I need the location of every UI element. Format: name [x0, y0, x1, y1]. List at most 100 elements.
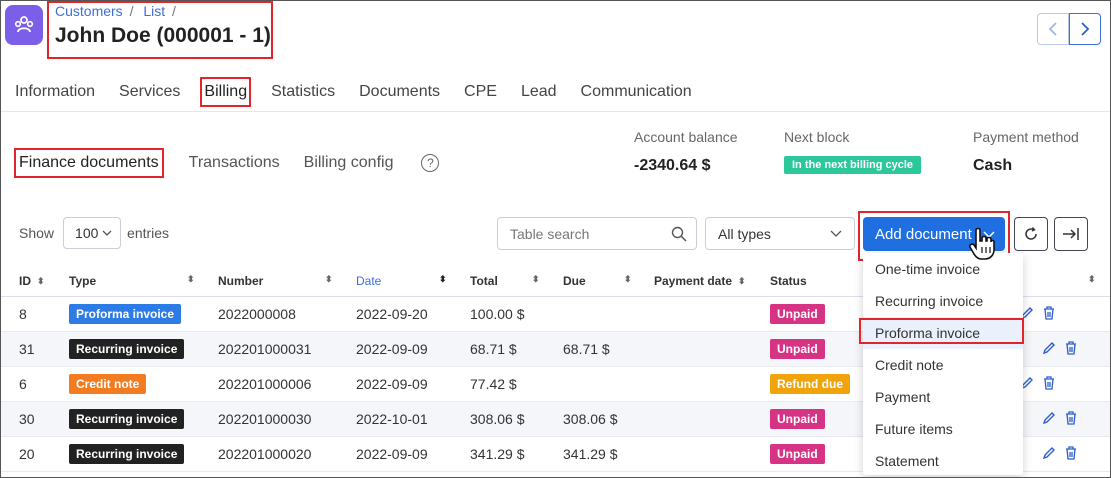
column-id[interactable]: ID ⬍ [19, 274, 45, 288]
document-type-value: All types [718, 225, 771, 242]
row-actions [1019, 305, 1057, 321]
hand-cursor-icon [969, 227, 995, 260]
payment-method-label: Payment method [973, 129, 1079, 145]
column-type[interactable]: Type [69, 274, 96, 288]
delete-icon[interactable] [1041, 305, 1057, 321]
sort-icon[interactable]: ⬍ [187, 274, 195, 285]
row-total: 100.00 $ [470, 306, 525, 322]
help-icon[interactable]: ? [421, 154, 440, 172]
chevron-down-icon [830, 230, 842, 237]
sort-icon: ⬍ [37, 276, 45, 286]
delete-icon[interactable] [1063, 340, 1079, 356]
breadcrumb: Customers / List / [55, 3, 182, 19]
breadcrumb-separator: / [129, 3, 134, 19]
type-badge: Proforma invoice [69, 304, 182, 324]
sort-icon[interactable]: ⬍ [325, 274, 333, 285]
row-number[interactable]: 2022000008 [218, 306, 296, 322]
row-due: 341.29 $ [563, 446, 618, 462]
menu-item-statement[interactable]: Statement [863, 445, 1023, 477]
row-number[interactable]: 202201000030 [218, 411, 311, 427]
breadcrumb-separator: / [172, 3, 176, 19]
delete-icon[interactable] [1063, 410, 1079, 426]
row-due: 68.71 $ [563, 341, 610, 357]
row-total: 77.42 $ [470, 376, 517, 392]
menu-item-one-time-invoice[interactable]: One-time invoice [863, 253, 1023, 285]
row-id: 8 [19, 306, 27, 322]
tab-communication[interactable]: Communication [581, 81, 692, 103]
entries-value: 100 [75, 225, 99, 241]
sort-icon[interactable]: ⬍ [1088, 274, 1096, 285]
menu-item-credit-note[interactable]: Credit note [863, 349, 1023, 381]
row-number[interactable]: 202201000020 [218, 446, 311, 462]
type-badge: Credit note [69, 374, 147, 394]
delete-icon[interactable] [1041, 375, 1057, 391]
row-number[interactable]: 202201000006 [218, 376, 311, 392]
row-date: 2022-09-20 [356, 306, 428, 322]
export-button[interactable] [1054, 217, 1088, 251]
sort-icon[interactable]: ⬍ [624, 274, 632, 285]
account-balance-label: Account balance [634, 129, 738, 145]
subtab-transactions[interactable]: Transactions [189, 153, 280, 173]
row-date: 2022-10-01 [356, 411, 428, 427]
subtab-billing-config[interactable]: Billing config [304, 153, 394, 173]
payment-method: Payment method Cash [973, 129, 1079, 175]
tab-lead[interactable]: Lead [521, 81, 557, 103]
status-badge: Unpaid [770, 304, 825, 324]
subtab-finance-documents[interactable]: Finance documents [14, 148, 164, 178]
tab-cpe[interactable]: CPE [464, 81, 497, 103]
sort-icon: ⬍ [738, 276, 746, 286]
add-document-label: Add document [875, 225, 972, 243]
sort-icon[interactable]: ⬍ [532, 274, 540, 285]
row-actions [1019, 375, 1057, 391]
next-record-button[interactable] [1069, 13, 1101, 45]
column-type-label: Type [69, 274, 97, 288]
menu-item-recurring-invoice[interactable]: Recurring invoice [863, 285, 1023, 317]
row-id: 20 [19, 446, 35, 462]
customers-app-icon[interactable] [5, 5, 43, 45]
refresh-button[interactable] [1014, 217, 1048, 251]
column-number-label: Number [218, 274, 264, 288]
tab-documents[interactable]: Documents [359, 81, 440, 103]
edit-icon[interactable] [1041, 410, 1057, 426]
edit-icon[interactable] [1041, 340, 1057, 356]
column-total[interactable]: Total [470, 274, 498, 288]
delete-icon[interactable] [1063, 445, 1079, 461]
row-number[interactable]: 202201000031 [218, 341, 311, 357]
edit-icon[interactable] [1041, 445, 1057, 461]
column-number[interactable]: Number [218, 274, 263, 288]
status-badge: Unpaid [770, 339, 825, 359]
tabs-divider [1, 111, 1110, 112]
menu-item-payment[interactable]: Payment [863, 381, 1023, 413]
previous-record-button[interactable] [1037, 13, 1069, 45]
column-date[interactable]: Date [356, 274, 381, 288]
document-type-select[interactable]: All types [705, 217, 855, 250]
row-date: 2022-09-09 [356, 376, 428, 392]
tab-statistics[interactable]: Statistics [271, 81, 335, 103]
menu-item-future-items[interactable]: Future items [863, 413, 1023, 445]
row-total: 341.29 $ [470, 446, 525, 462]
type-badge: Recurring invoice [69, 409, 185, 429]
tab-information[interactable]: Information [15, 81, 95, 103]
row-total: 308.06 $ [470, 411, 525, 427]
status-badge: Refund due [770, 374, 850, 394]
account-balance-value: -2340.64 $ [634, 157, 711, 174]
sort-active-icon[interactable]: ⬍ [439, 274, 447, 285]
row-actions [1041, 445, 1079, 461]
column-total-label: Total [470, 274, 498, 288]
column-payment-date[interactable]: Payment date ⬍ [654, 274, 746, 288]
chevron-left-icon [1048, 22, 1057, 36]
breadcrumb-customers[interactable]: Customers [55, 3, 123, 19]
column-due[interactable]: Due [563, 274, 586, 288]
search-placeholder: Table search [510, 225, 590, 242]
column-id-label: ID [19, 274, 31, 288]
search-icon [671, 226, 687, 242]
main-tabs: Information Services Billing Statistics … [15, 77, 716, 107]
tab-billing[interactable]: Billing [200, 77, 252, 107]
row-actions [1041, 340, 1079, 356]
tab-services[interactable]: Services [119, 81, 180, 103]
entries-select[interactable]: 100 [63, 217, 122, 249]
table-search-input[interactable]: Table search [497, 217, 697, 250]
show-label: Show [19, 225, 55, 241]
breadcrumb-list[interactable]: List [143, 3, 165, 19]
column-status[interactable]: Status [770, 274, 807, 288]
